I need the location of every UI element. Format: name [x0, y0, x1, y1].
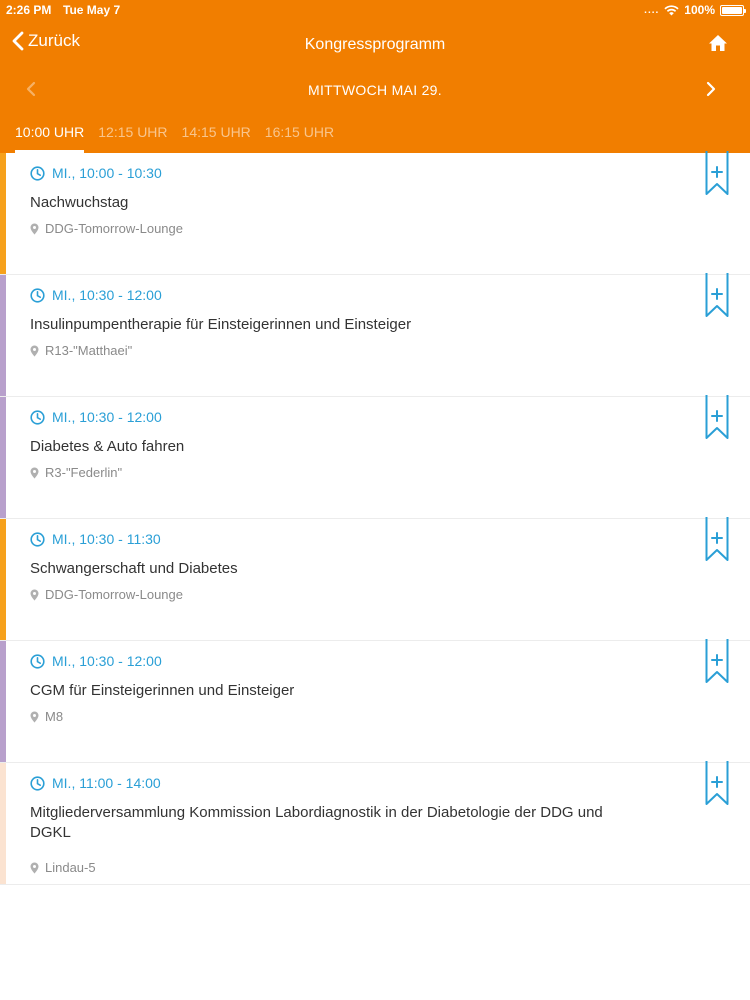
location-pin-icon — [30, 223, 39, 234]
add-bookmark-button[interactable] — [705, 151, 729, 202]
bookmark-plus-icon — [705, 517, 729, 561]
location-pin-icon — [30, 467, 39, 478]
session-time: MI., 10:30 - 11:30 — [30, 531, 161, 547]
battery-percent: 100% — [684, 3, 715, 17]
page-title: Kongressprogramm — [304, 36, 446, 53]
location-pin-icon — [30, 345, 39, 356]
session-location-text: DDG-Tomorrow-Lounge — [45, 221, 183, 236]
location-pin-icon — [30, 862, 39, 873]
bookmark-plus-icon — [705, 151, 729, 195]
add-bookmark-button[interactable] — [705, 517, 729, 568]
session-item[interactable]: MI., 10:30 - 11:30 Schwangerschaft und D… — [0, 517, 750, 641]
session-time: MI., 11:00 - 14:00 — [30, 775, 161, 791]
current-date: MITTWOCH MAI 29. — [308, 82, 442, 98]
session-title: Insulinpumpentherapie für Einsteigerinne… — [30, 316, 412, 333]
session-title: Schwangerschaft und Diabetes — [30, 560, 238, 577]
track-color-stripe — [0, 397, 6, 518]
tab-1215[interactable]: 12:15 UHR — [98, 124, 167, 153]
add-bookmark-button[interactable] — [705, 761, 729, 812]
session-title: Mitgliederversammlung Kommission Labordi… — [30, 804, 603, 841]
status-date: Tue May 7 — [63, 3, 121, 17]
session-title: Nachwuchstag — [30, 194, 129, 211]
track-color-stripe — [0, 641, 6, 762]
add-bookmark-button[interactable] — [705, 395, 729, 446]
session-time: MI., 10:00 - 10:30 — [30, 165, 162, 181]
status-indicators: .... 100% — [644, 3, 746, 17]
clock-icon — [30, 653, 45, 669]
home-button[interactable] — [708, 34, 728, 57]
session-location: DDG-Tomorrow-Lounge — [30, 587, 183, 602]
home-icon — [709, 35, 727, 51]
session-item[interactable]: MI., 10:00 - 10:30 Nachwuchstag DDG-Tomo… — [0, 151, 750, 275]
session-location-text: DDG-Tomorrow-Lounge — [45, 587, 183, 602]
status-time: 2:26 PM — [6, 3, 52, 17]
status-bar: 2:26 PM Tue May 7 .... 100% — [0, 0, 750, 20]
session-item[interactable]: MI., 10:30 - 12:00 Insulinpumpentherapie… — [0, 273, 750, 397]
navigation-bar: Zurück Kongressprogramm — [0, 28, 750, 62]
tab-1000[interactable]: 10:00 UHR — [15, 124, 85, 153]
session-time: MI., 10:30 - 12:00 — [30, 653, 162, 669]
session-location: M8 — [30, 709, 63, 724]
track-color-stripe — [0, 275, 6, 396]
session-title: CGM für Einsteigerinnen und Einsteiger — [30, 682, 295, 699]
session-item[interactable]: MI., 11:00 - 14:00 Mitgliederversammlung… — [0, 761, 750, 885]
location-pin-icon — [30, 711, 39, 722]
session-location-text: R3-"Federlin" — [45, 465, 123, 480]
session-list: MI., 10:00 - 10:30 Nachwuchstag DDG-Tomo… — [0, 151, 750, 885]
clock-icon — [30, 775, 45, 791]
session-location-text: M8 — [45, 709, 64, 724]
session-time: MI., 10:30 - 12:00 — [30, 409, 162, 425]
session-time-text: MI., 11:00 - 14:00 — [52, 775, 161, 791]
clock-icon — [30, 531, 45, 547]
session-time: MI., 10:30 - 12:00 — [30, 287, 162, 303]
date-navigation: MITTWOCH MAI 29. — [0, 76, 750, 104]
clock-icon — [30, 409, 45, 425]
time-tabs: 10:00 UHR 12:15 UHR 14:15 UHR 16:15 UHR — [15, 124, 334, 153]
chevron-right-icon — [706, 81, 716, 97]
app-header: 2:26 PM Tue May 7 .... 100% Zurück Kongr… — [0, 0, 750, 153]
add-bookmark-button[interactable] — [705, 639, 729, 690]
tab-1415[interactable]: 14:15 UHR — [182, 124, 251, 153]
clock-icon — [30, 287, 45, 303]
signal-icon: .... — [644, 4, 660, 16]
bookmark-plus-icon — [705, 395, 729, 439]
add-bookmark-button[interactable] — [705, 273, 729, 324]
track-color-stripe — [0, 519, 6, 640]
session-time-text: MI., 10:30 - 12:00 — [52, 409, 162, 425]
session-title: Diabetes & Auto fahren — [30, 438, 185, 455]
location-pin-icon — [30, 589, 39, 600]
clock-icon — [30, 165, 45, 181]
battery-icon — [720, 4, 746, 16]
session-location: Lindau-5 — [30, 860, 96, 875]
session-time-text: MI., 10:30 - 11:30 — [52, 531, 161, 547]
session-time-text: MI., 10:30 - 12:00 — [52, 653, 162, 669]
session-location-text: Lindau-5 — [45, 860, 96, 875]
bookmark-plus-icon — [705, 273, 729, 317]
tab-1615[interactable]: 16:15 UHR — [265, 124, 334, 153]
track-color-stripe — [0, 763, 6, 884]
session-location: R3-"Federlin" — [30, 465, 122, 480]
wifi-icon — [664, 4, 679, 15]
session-time-text: MI., 10:00 - 10:30 — [52, 165, 162, 181]
bookmark-plus-icon — [705, 639, 729, 683]
session-time-text: MI., 10:30 - 12:00 — [52, 287, 162, 303]
bookmark-plus-icon — [705, 761, 729, 805]
session-item[interactable]: MI., 10:30 - 12:00 CGM für Einsteigerinn… — [0, 639, 750, 763]
session-location: DDG-Tomorrow-Lounge — [30, 221, 183, 236]
next-day-button[interactable] — [706, 81, 716, 102]
track-color-stripe — [0, 153, 6, 274]
session-location: R13-"Matthaei" — [30, 343, 132, 358]
session-location-text: R13-"Matthaei" — [45, 343, 133, 358]
session-item[interactable]: MI., 10:30 - 12:00 Diabetes & Auto fahre… — [0, 395, 750, 519]
